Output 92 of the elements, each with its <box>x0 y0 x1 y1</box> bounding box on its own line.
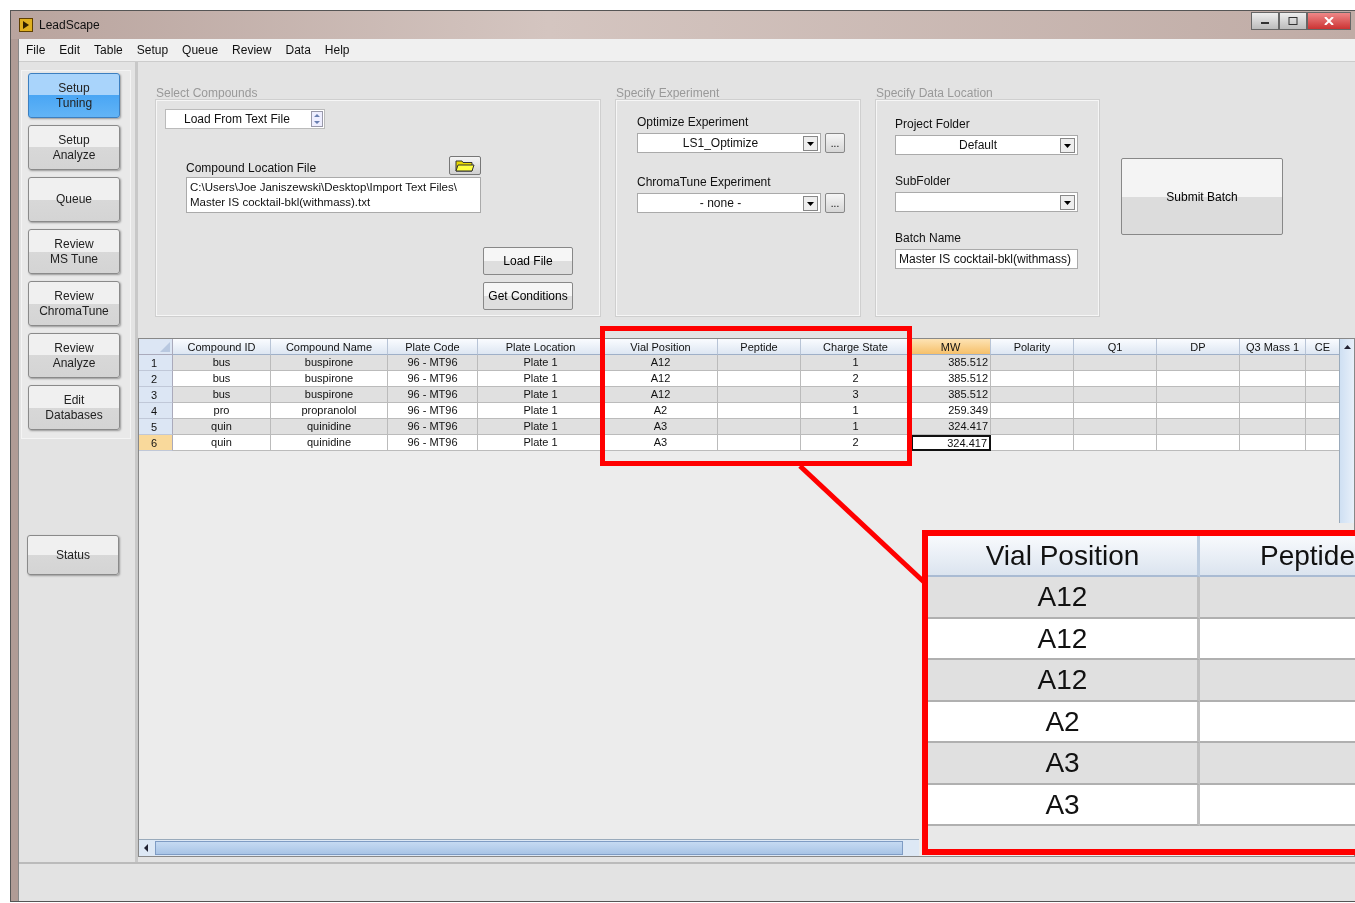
column-header[interactable]: Plate Code <box>388 339 478 355</box>
nav-button[interactable]: Review ChromaTune <box>28 281 120 326</box>
table-cell: 324.417 <box>911 419 991 435</box>
table-cell: A2 <box>604 403 718 419</box>
batch-name-field[interactable]: Master IS cocktail-bkl(withmass) <box>895 249 1078 269</box>
nav-button[interactable]: Review Analyze <box>28 333 120 378</box>
browse-button[interactable]: ... <box>825 133 845 153</box>
table-cell: 96 - MT96 <box>388 355 478 371</box>
dropdown[interactable]: LS1_Optimize <box>637 133 821 153</box>
table-cell: 96 - MT96 <box>388 387 478 403</box>
nav-button[interactable]: Queue <box>28 177 120 222</box>
action-button[interactable]: Get Conditions <box>483 282 573 310</box>
row-header[interactable]: 6 <box>139 435 173 451</box>
column-header[interactable]: Vial Position <box>604 339 718 355</box>
nav-button[interactable]: Edit Databases <box>28 385 120 430</box>
table-cell: bus <box>173 371 271 387</box>
field-label: Compound Location File <box>186 161 317 175</box>
column-header[interactable]: Polarity <box>991 339 1074 355</box>
menu-item[interactable]: Help <box>317 43 357 57</box>
menu-item[interactable]: File <box>19 43 53 57</box>
column-header[interactable]: Peptide <box>718 339 801 355</box>
nav-button[interactable]: Setup Analyze <box>28 125 120 170</box>
table-cell: quin <box>173 435 271 451</box>
window-title: LeadScape <box>39 18 100 32</box>
field-label: Optimize Experiment <box>637 115 750 129</box>
table-cell: A12 <box>604 387 718 403</box>
column-header[interactable]: CE <box>1306 339 1340 355</box>
table-cell: 96 - MT96 <box>388 371 478 387</box>
action-button[interactable]: Load File <box>483 247 573 275</box>
table-cell: 385.512 <box>911 371 991 387</box>
status-button[interactable]: Status <box>27 535 119 575</box>
table-cell: 96 - MT96 <box>388 435 478 451</box>
table-cell: bus <box>173 387 271 403</box>
row-header[interactable]: 4 <box>139 403 173 419</box>
table-cell: A2 <box>928 701 1200 743</box>
dropdown[interactable]: Default <box>895 135 1078 155</box>
table-cell: quinidine <box>271 435 388 451</box>
column-header[interactable]: Compound Name <box>271 339 388 355</box>
table-cell: A12 <box>928 660 1200 702</box>
table-cell: A3 <box>928 743 1200 785</box>
column-header: Peptide <box>1200 536 1355 577</box>
menu-item[interactable]: Edit <box>52 43 88 57</box>
column-header[interactable]: MW <box>911 339 991 355</box>
column-header: Vial Position <box>928 536 1200 577</box>
group-title: Specify Experiment <box>616 86 721 100</box>
table-cell: 324.417 <box>911 435 991 451</box>
field-label: Project Folder <box>895 117 971 131</box>
nav-button[interactable]: Setup Tuning <box>28 73 120 118</box>
table-cell: 385.512 <box>911 387 991 403</box>
field-label: SubFolder <box>895 174 952 188</box>
browse-button[interactable]: ... <box>825 193 845 213</box>
source-selector[interactable]: Load From Text File <box>165 109 325 129</box>
table-cell: quinidine <box>271 419 388 435</box>
table-cell: A12 <box>928 577 1200 619</box>
row-header[interactable]: 1 <box>139 355 173 371</box>
table-cell: 96 - MT96 <box>388 419 478 435</box>
table-cell: A3 <box>604 435 718 451</box>
table-cell: 385.512 <box>911 355 991 371</box>
file-path-field[interactable]: C:\Users\Joe Janiszewski\Desktop\Import Text Files\ Master IS cocktail-bkl(withmass).txt <box>186 177 481 213</box>
table-cell: bus <box>173 355 271 371</box>
table-cell: A12 <box>604 355 718 371</box>
table-cell: quin <box>173 419 271 435</box>
group-title: Specify Data Location <box>876 86 994 100</box>
table-cell: A12 <box>928 618 1200 660</box>
table-cell: buspirone <box>271 387 388 403</box>
column-header[interactable]: Q1 <box>1074 339 1157 355</box>
menu-item[interactable]: Data <box>278 43 318 57</box>
column-header[interactable]: Q3 Mass 1 <box>1240 339 1306 355</box>
nav-button[interactable]: Review MS Tune <box>28 229 120 274</box>
table-cell: buspirone <box>271 371 388 387</box>
table-cell: A3 <box>928 784 1200 826</box>
dropdown[interactable]: - none - <box>637 193 821 213</box>
menu-item[interactable]: Table <box>87 43 130 57</box>
row-header[interactable]: 5 <box>139 419 173 435</box>
table-cell: A12 <box>604 371 718 387</box>
field-label: ChromaTune Experiment <box>637 175 772 189</box>
field-label: Batch Name <box>895 231 963 245</box>
menu-item[interactable]: Review <box>225 43 279 57</box>
submit-button[interactable]: Submit Batch <box>1121 158 1283 235</box>
table-cell: pro <box>173 403 271 419</box>
row-header[interactable]: 3 <box>139 387 173 403</box>
group-title: Select Compounds <box>156 86 259 100</box>
table-cell: 96 - MT96 <box>388 403 478 419</box>
table-cell: 259.349 <box>911 403 991 419</box>
menu-item[interactable]: Setup <box>129 43 176 57</box>
column-header[interactable]: Compound ID <box>173 339 271 355</box>
table-cell: A3 <box>604 419 718 435</box>
column-header[interactable]: DP <box>1157 339 1240 355</box>
table-cell: buspirone <box>271 355 388 371</box>
menu-item[interactable]: Queue <box>175 43 226 57</box>
table-cell: propranolol <box>271 403 388 419</box>
row-header[interactable]: 2 <box>139 371 173 387</box>
